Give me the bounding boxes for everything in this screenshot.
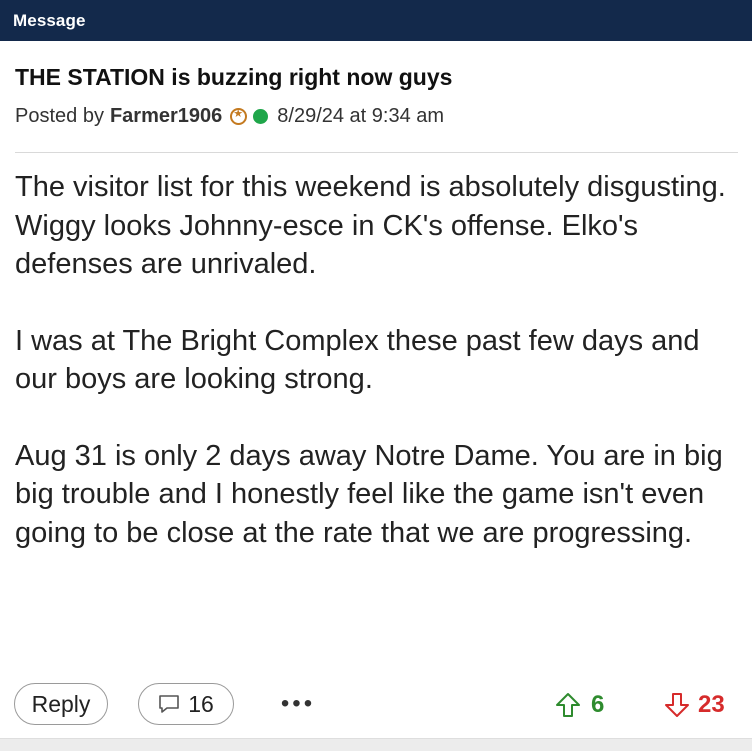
header-title: Message xyxy=(13,10,86,30)
reply-label: Reply xyxy=(31,690,91,717)
divider xyxy=(15,152,738,153)
downvote-button[interactable]: 23 xyxy=(664,688,725,722)
comment-icon xyxy=(159,695,180,713)
post-body: The visitor list for this weekend is abs… xyxy=(15,168,740,552)
upvote-button[interactable]: 6 xyxy=(555,688,604,722)
author-link[interactable]: Farmer1906 xyxy=(110,105,222,128)
comments-button[interactable]: 16 xyxy=(138,683,234,725)
post-timestamp: 8/29/24 at 9:34 am xyxy=(277,105,445,127)
comment-count: 16 xyxy=(188,690,214,717)
post-paragraph: I was at The Bright Complex these past f… xyxy=(15,324,700,396)
more-options-button[interactable]: ••• xyxy=(276,689,320,719)
online-dot-icon xyxy=(253,109,269,124)
post-paragraph: The visitor list for this weekend is abs… xyxy=(15,171,726,280)
arrow-up-icon xyxy=(556,693,580,717)
reply-button[interactable]: Reply xyxy=(14,683,108,725)
header-bar: Message xyxy=(0,0,752,41)
post-meta: Posted by Farmer1906 8/29/24 at 9:34 am xyxy=(15,105,444,128)
post-actions: Reply 16 ••• 6 23 xyxy=(0,683,752,728)
star-badge-icon xyxy=(230,107,248,125)
post-title: THE STATION is buzzing right now guys xyxy=(15,64,453,90)
bottom-strip xyxy=(0,738,752,751)
post-paragraph: Aug 31 is only 2 days away Notre Dame. Y… xyxy=(15,439,723,549)
upvote-count: 6 xyxy=(591,691,605,718)
arrow-down-icon xyxy=(665,693,689,717)
downvote-count: 23 xyxy=(698,691,725,718)
posted-by-label: Posted by xyxy=(15,105,104,127)
